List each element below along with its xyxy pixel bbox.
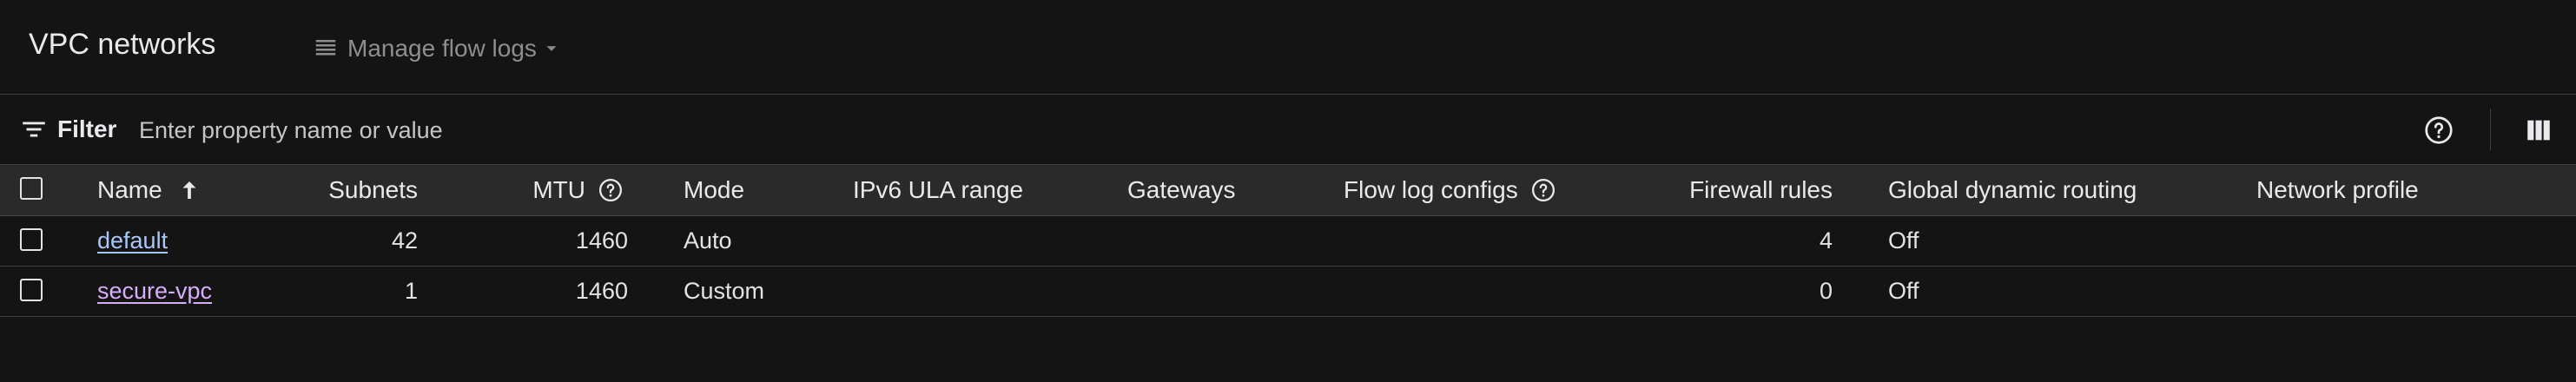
column-display-icon[interactable] [2524,115,2553,145]
filter-icon [23,122,45,137]
column-header-network-profile[interactable]: Network profile [2256,165,2419,215]
column-header-global-dynamic-routing[interactable]: Global dynamic routing [1888,165,2137,215]
caret-down-icon [546,46,557,51]
cell-name: default [97,216,168,266]
manage-flow-logs-button[interactable]: Manage flow logs [313,31,561,66]
column-header-ipv6[interactable]: IPv6 ULA range [853,165,1023,215]
column-header-network-profile-label: Network profile [2256,176,2419,203]
toolbar-divider [2490,109,2491,150]
select-all-checkbox[interactable] [20,177,43,200]
cell-firewall-rules: 4 [1819,227,1833,254]
column-header-flow-log-configs-label: Flow log configs [1344,176,1518,203]
help-icon[interactable] [2423,115,2454,146]
cell-global-dynamic-routing: Off [1888,278,1919,304]
cell-firewall-rules: 0 [1819,278,1833,304]
column-header-flow-log-configs[interactable]: Flow log configs [1344,165,1556,215]
column-header-gateways-label: Gateways [1127,176,1236,203]
cell-mode: Custom [684,278,765,304]
cell-subnets: 1 [404,278,418,304]
row-checkbox[interactable] [20,227,43,251]
row-checkbox[interactable] [20,278,43,301]
table-row: secure-vpc 1 1460 Custom 0 Off [0,267,2576,317]
table-row: default 42 1460 Auto 4 Off [0,216,2576,267]
column-header-subnets-label: Subnets [328,176,418,203]
help-icon[interactable] [598,177,624,203]
list-icon [315,40,336,56]
column-header-name[interactable]: Name [97,165,202,215]
arrow-up-icon [182,181,196,199]
column-header-firewall-rules[interactable]: Firewall rules [1633,165,1833,215]
cell-mode: Auto [684,227,732,254]
column-header-global-dynamic-routing-label: Global dynamic routing [1888,176,2137,203]
help-icon[interactable] [1530,177,1556,203]
column-header-mtu-label: MTU [532,176,585,203]
network-link[interactable]: secure-vpc [97,278,212,305]
vpc-networks-table: Name Subnets MTU Mode IPv6 ULA range Gat… [0,165,2576,317]
filter-button[interactable]: Filter [19,112,116,147]
cell-global-dynamic-routing: Off [1888,227,1919,254]
page-header: VPC networks Manage flow logs [0,0,2576,95]
cell-subnets: 42 [391,227,418,254]
cell-mtu: 1460 [575,227,628,254]
column-header-firewall-rules-label: Firewall rules [1689,176,1833,203]
table-header-row: Name Subnets MTU Mode IPv6 ULA range Gat… [0,165,2576,216]
manage-flow-logs-label: Manage flow logs [347,35,537,62]
filter-label: Filter [57,115,117,142]
network-link[interactable]: default [97,227,168,254]
column-header-mtu[interactable]: MTU [486,165,624,215]
column-header-gateways[interactable]: Gateways [1127,165,1236,215]
cell-mtu: 1460 [575,278,628,304]
vpc-networks-page: VPC networks Manage flow logs Filter Ent… [0,0,2576,382]
cell-name: secure-vpc [97,267,212,316]
column-header-name-label: Name [97,176,162,203]
column-header-mode-label: Mode [684,176,745,203]
column-header-mode[interactable]: Mode [684,165,744,215]
column-header-subnets[interactable]: Subnets [287,165,418,215]
filter-bar: Filter [0,95,2576,165]
column-header-ipv6-label: IPv6 ULA range [853,176,1024,203]
page-title: VPC networks [29,28,216,61]
filter-input[interactable] [137,112,1183,148]
